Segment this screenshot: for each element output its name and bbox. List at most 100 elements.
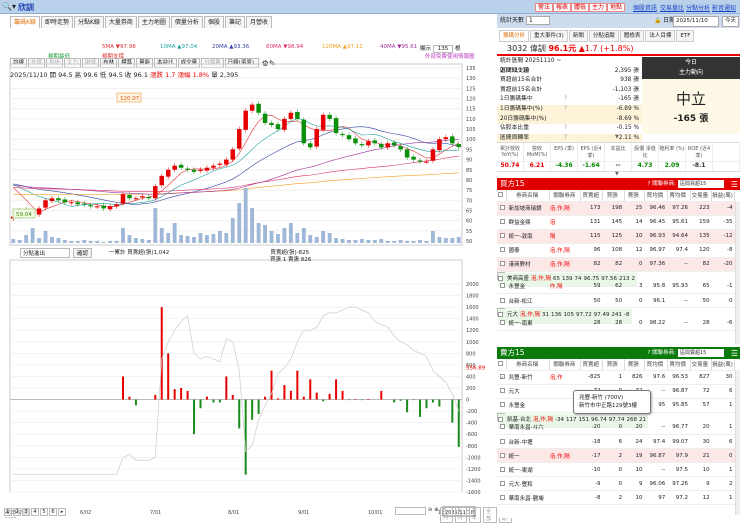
help-icon[interactable]: ? [564, 124, 594, 134]
checkbox[interactable] [498, 416, 503, 422]
checkbox[interactable] [499, 494, 505, 500]
column-header[interactable]: 賣均價 [667, 190, 691, 202]
table-row[interactable]: 港商野村 泡,作,隔 82 82 0 97.36 -- 82 -20 [497, 257, 735, 272]
help-icon[interactable] [564, 115, 594, 125]
date-input[interactable] [395, 507, 426, 515]
checkbox[interactable] [499, 452, 505, 458]
table-row[interactable]: 統一 泡,作,隔 -17 2 19 96.87 97.9 21 0 [497, 448, 735, 463]
cell-broker[interactable]: 永豐金 [506, 398, 550, 413]
cell-broker[interactable]: 港商野村 [506, 257, 550, 272]
column-header[interactable]: 交易量 [690, 359, 713, 371]
row-checkbox[interactable] [497, 490, 507, 505]
filter-select[interactable]: 區間買超15 [678, 180, 724, 188]
cell-broker[interactable]: 華南永昌-斗六 [506, 420, 550, 435]
column-header[interactable]: 關聯券商 [549, 359, 582, 371]
cell-broker[interactable]: 群益金鼎 [506, 215, 550, 230]
help-icon[interactable]: ? [564, 105, 594, 115]
table-row[interactable]: 華南永昌-鹽埔 -8 2 10 97 97.2 12 1 [497, 490, 735, 505]
checkbox[interactable] [499, 233, 505, 238]
checkbox[interactable] [499, 388, 505, 393]
cell-broker[interactable]: 國泰 [506, 243, 550, 258]
column-header[interactable]: 損益(萬) [711, 190, 735, 202]
location-button[interactable]: 地點 [607, 3, 626, 12]
range-button[interactable]: 全部 [483, 507, 497, 523]
chart-svg[interactable]: 5055606570758085909510010511011512012513… [0, 14, 492, 518]
table-row[interactable]: 國泰 泡,作,隔 96 108 12 96.97 97.4 120 -8 [497, 243, 735, 258]
range-button[interactable]: 6月 [454, 507, 467, 523]
zoom-out-icon[interactable]: ⊖ [428, 507, 432, 523]
table-row[interactable]: 統一-東湖 -10 0 10 -- 97.5 10 1 [497, 462, 735, 477]
cell-broker[interactable]: 台新-松江 [506, 293, 550, 308]
checkbox[interactable] [499, 261, 505, 266]
table-row[interactable]: 凱基-台北 泡,作,隔 -34 117 151 96.74 97.74 268 21 [497, 412, 648, 428]
days-select[interactable]: 1 [525, 16, 550, 25]
row-checkbox[interactable] [497, 398, 507, 413]
checkbox[interactable] [499, 424, 505, 430]
checkbox[interactable] [499, 283, 505, 289]
table-row[interactable]: 統一-敦南隔 115 125 10 96.93 94.64 135 -12 [497, 229, 735, 244]
zoom-in-icon[interactable]: ⊕ [434, 507, 438, 523]
link-notify[interactable]: 影音通知 [712, 3, 736, 12]
checkbox[interactable] [499, 319, 505, 325]
column-header[interactable]: 券商名稱 [506, 359, 551, 371]
column-header[interactable]: 券商名稱 [506, 190, 551, 202]
range-button[interactable]: 3月 [440, 507, 453, 523]
table-row[interactable]: 元大 泡,作,隔 31 136 105 97.72 97.49 241 -8 [497, 308, 632, 324]
analysis-tab-5[interactable]: 法人目標 [645, 30, 676, 42]
checkbox[interactable] [499, 205, 505, 210]
analysis-tab-0[interactable]: 籌碼分析 [499, 30, 530, 42]
cell-broker[interactable]: 元大 [506, 384, 550, 399]
expand-icon[interactable]: ▼ [615, 134, 619, 140]
confirm-button[interactable]: 確認 [73, 248, 93, 258]
analysis-tab-3[interactable]: 分點追蹤 [588, 30, 619, 42]
column-header[interactable]: 買賣超 [580, 359, 604, 371]
branch-select[interactable]: 分點進出 [20, 248, 70, 258]
table-row[interactable]: 元大-豐和 -9 0 9 96.06 97.26 9 2 [497, 476, 735, 491]
help-icon[interactable] [564, 86, 594, 96]
page-button[interactable]: 2 [13, 508, 21, 516]
cell-broker[interactable]: 台新-中壢 [506, 434, 550, 449]
checkbox[interactable] [498, 312, 503, 318]
row-checkbox[interactable] [497, 257, 507, 272]
table-row[interactable]: 新加坡商瑞銀 泡,作,隔 173 198 25 96.46 97.26 223 -4 [497, 201, 735, 216]
analysis-tab-6[interactable]: ETF [676, 30, 695, 42]
scrollbar[interactable] [735, 370, 740, 515]
cell-broker[interactable]: 統一-敦南 [506, 229, 550, 244]
help-icon[interactable] [564, 57, 594, 67]
cell-broker[interactable]: 兆豐-新竹 [506, 370, 550, 385]
row-checkbox[interactable] [497, 448, 507, 463]
column-header[interactable]: 買張 [602, 359, 625, 371]
column-header[interactable]: 損益(萬) [711, 359, 735, 371]
checkbox[interactable] [498, 275, 503, 281]
row-checkbox[interactable] [497, 229, 507, 244]
checkbox[interactable]: ✓ [499, 374, 505, 380]
main-force-button[interactable]: 主力 [589, 3, 608, 12]
expand-icon[interactable]: ▼ [615, 171, 619, 177]
table-row[interactable]: 台新-松江 50 50 0 96.1 -- 50 0 [497, 293, 735, 308]
scrollbar[interactable] [735, 201, 740, 344]
checkup-button[interactable]: 體檢 [571, 3, 590, 12]
column-header[interactable]: 交易量 [690, 190, 713, 202]
analysis-tab-1[interactable]: 重大事件(3) [530, 30, 568, 42]
checkbox[interactable] [499, 466, 505, 472]
page-button[interactable]: 5 [40, 508, 48, 516]
today-button[interactable]: 今天 [722, 16, 740, 27]
report-button[interactable]: 報表 [553, 3, 572, 12]
column-header[interactable]: 賣張 [624, 190, 645, 202]
column-header[interactable]: 買均價 [644, 359, 668, 371]
row-checkbox[interactable] [497, 201, 507, 216]
checkbox[interactable] [498, 192, 504, 198]
link-branch-analysis[interactable]: 分點分析 [686, 3, 710, 12]
analysis-tab-2[interactable]: 新聞 [568, 30, 588, 42]
row-checkbox[interactable]: ✓ [497, 370, 507, 385]
row-checkbox[interactable] [497, 384, 507, 399]
analysis-tab-4[interactable]: 體檢表 [619, 30, 645, 42]
help-icon[interactable] [564, 67, 594, 77]
link-volume-ratio[interactable]: 交易量比 [660, 3, 684, 12]
row-checkbox[interactable] [497, 434, 507, 449]
checkbox[interactable] [499, 402, 505, 407]
checkbox[interactable] [499, 297, 505, 303]
help-icon[interactable]: ? [564, 95, 594, 105]
checkbox[interactable] [499, 438, 505, 444]
cell-broker[interactable]: 新加坡商瑞銀 [506, 201, 550, 216]
